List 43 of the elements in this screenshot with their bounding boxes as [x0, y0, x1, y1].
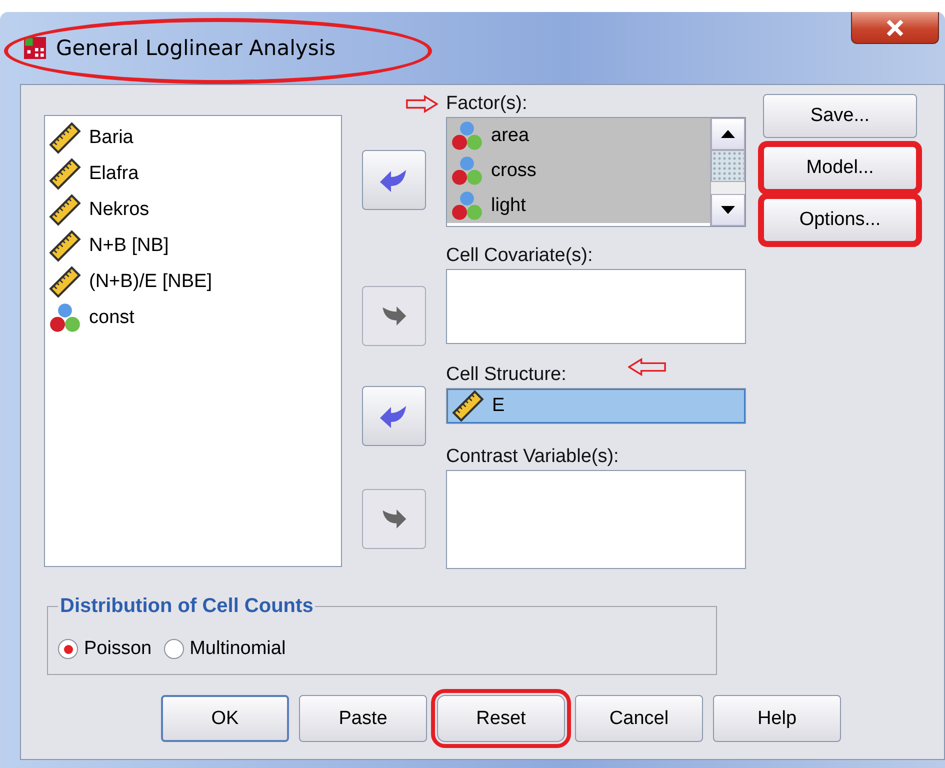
variable-item[interactable]: (N+B)/E [NBE] [45, 264, 341, 300]
radio-button[interactable] [58, 639, 78, 659]
target-list[interactable] [446, 470, 746, 569]
field-label: Cell Structure: [446, 364, 566, 386]
radio-button[interactable] [164, 639, 184, 659]
dialog-button[interactable]: OK [161, 695, 289, 742]
close-icon [885, 20, 905, 36]
dialog-button[interactable]: Save... [763, 94, 917, 138]
move-button[interactable] [362, 386, 426, 446]
radio-option[interactable]: Multinomial [164, 638, 286, 660]
app-icon [24, 37, 46, 59]
three-balls-icon [451, 190, 483, 222]
scroll-up-button[interactable] [711, 118, 745, 150]
close-button[interactable] [851, 12, 939, 44]
target-list[interactable] [446, 269, 746, 344]
group-title: Distribution of Cell Counts [59, 595, 314, 618]
target-list[interactable]: area cross light [446, 117, 746, 227]
three-balls-icon [49, 302, 81, 334]
variable-item[interactable]: light [447, 188, 710, 223]
scrollbar[interactable] [710, 118, 745, 226]
variable-item[interactable]: Nekros [45, 192, 341, 228]
three-balls-icon [451, 154, 483, 186]
variable-item[interactable]: Baria [45, 120, 341, 156]
radio-option[interactable]: Poisson [58, 638, 152, 660]
variable-item[interactable]: E [447, 389, 745, 423]
move-button[interactable] [362, 150, 426, 210]
field-label: Contrast Variable(s): [446, 446, 619, 468]
variable-item[interactable]: const [45, 300, 341, 336]
up-triangle-icon [721, 130, 735, 138]
three-balls-icon [451, 120, 483, 152]
down-triangle-icon [721, 206, 735, 214]
window-title: General Loglinear Analysis [56, 35, 336, 62]
variable-item[interactable]: area [447, 118, 710, 153]
scroll-down-button[interactable] [711, 194, 745, 226]
field-label: Cell Covariate(s): [446, 245, 593, 267]
field-label: Factor(s): [446, 93, 528, 115]
dialog-button[interactable]: Cancel [575, 695, 703, 742]
variable-item[interactable]: Elafra [45, 156, 341, 192]
scroll-thumb[interactable] [711, 150, 745, 182]
dialog-button[interactable]: Paste [299, 695, 427, 742]
variable-item[interactable]: cross [447, 153, 710, 188]
variable-item[interactable]: N+B [NB] [45, 228, 341, 264]
dialog-button[interactable]: Help [713, 695, 841, 742]
